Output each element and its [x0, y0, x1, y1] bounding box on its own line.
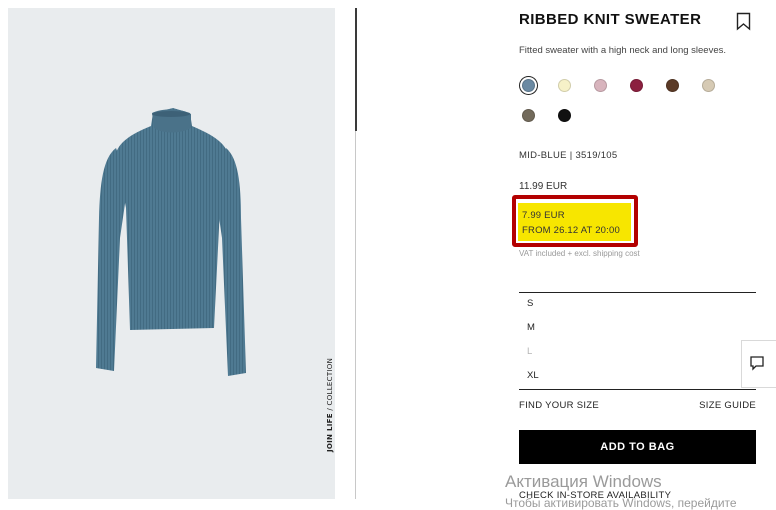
color-swatch[interactable]: [702, 79, 715, 92]
highlight-frame: [512, 195, 638, 247]
color-swatch[interactable]: [558, 79, 571, 92]
add-to-bag-button[interactable]: ADD TO BAG: [519, 430, 756, 464]
size-list-top-border: [519, 292, 756, 293]
windows-activation-subtitle: Чтобы активировать Windows, перейдите: [505, 496, 737, 510]
windows-activation-title: Активация Windows: [505, 472, 662, 491]
original-price: 11.99 EUR: [519, 181, 568, 192]
color-reference: MID-BLUE | 3519/105: [519, 150, 618, 161]
sweater-illustration: [96, 108, 246, 376]
vat-note: VAT included + excl. shipping cost: [519, 249, 640, 258]
color-swatch[interactable]: [630, 79, 643, 92]
size-option[interactable]: XL: [527, 370, 539, 381]
size-option[interactable]: S: [527, 298, 533, 309]
bookmark-icon[interactable]: [736, 12, 751, 36]
size-guide-link[interactable]: SIZE GUIDE: [699, 400, 756, 411]
size-option[interactable]: M: [527, 322, 535, 333]
size-list-bottom-border: [519, 389, 756, 390]
product-description: Fitted sweater with a high neck and long…: [519, 45, 727, 56]
find-your-size-link[interactable]: FIND YOUR SIZE: [519, 400, 599, 411]
product-title: RIBBED KNIT SWEATER: [519, 11, 702, 28]
color-swatch[interactable]: [522, 79, 535, 92]
color-swatch[interactable]: [522, 109, 535, 122]
color-swatch[interactable]: [558, 109, 571, 122]
collection-label: JOIN LIFE / COLLECTION: [326, 357, 334, 452]
color-swatch[interactable]: [666, 79, 679, 92]
size-option[interactable]: L: [527, 346, 532, 357]
chat-widget[interactable]: [741, 340, 776, 388]
color-swatch[interactable]: [594, 79, 607, 92]
gallery-scroll-indicator[interactable]: [355, 8, 357, 131]
product-image[interactable]: JOIN LIFE / COLLECTION: [8, 8, 335, 499]
chat-icon: [750, 356, 764, 371]
